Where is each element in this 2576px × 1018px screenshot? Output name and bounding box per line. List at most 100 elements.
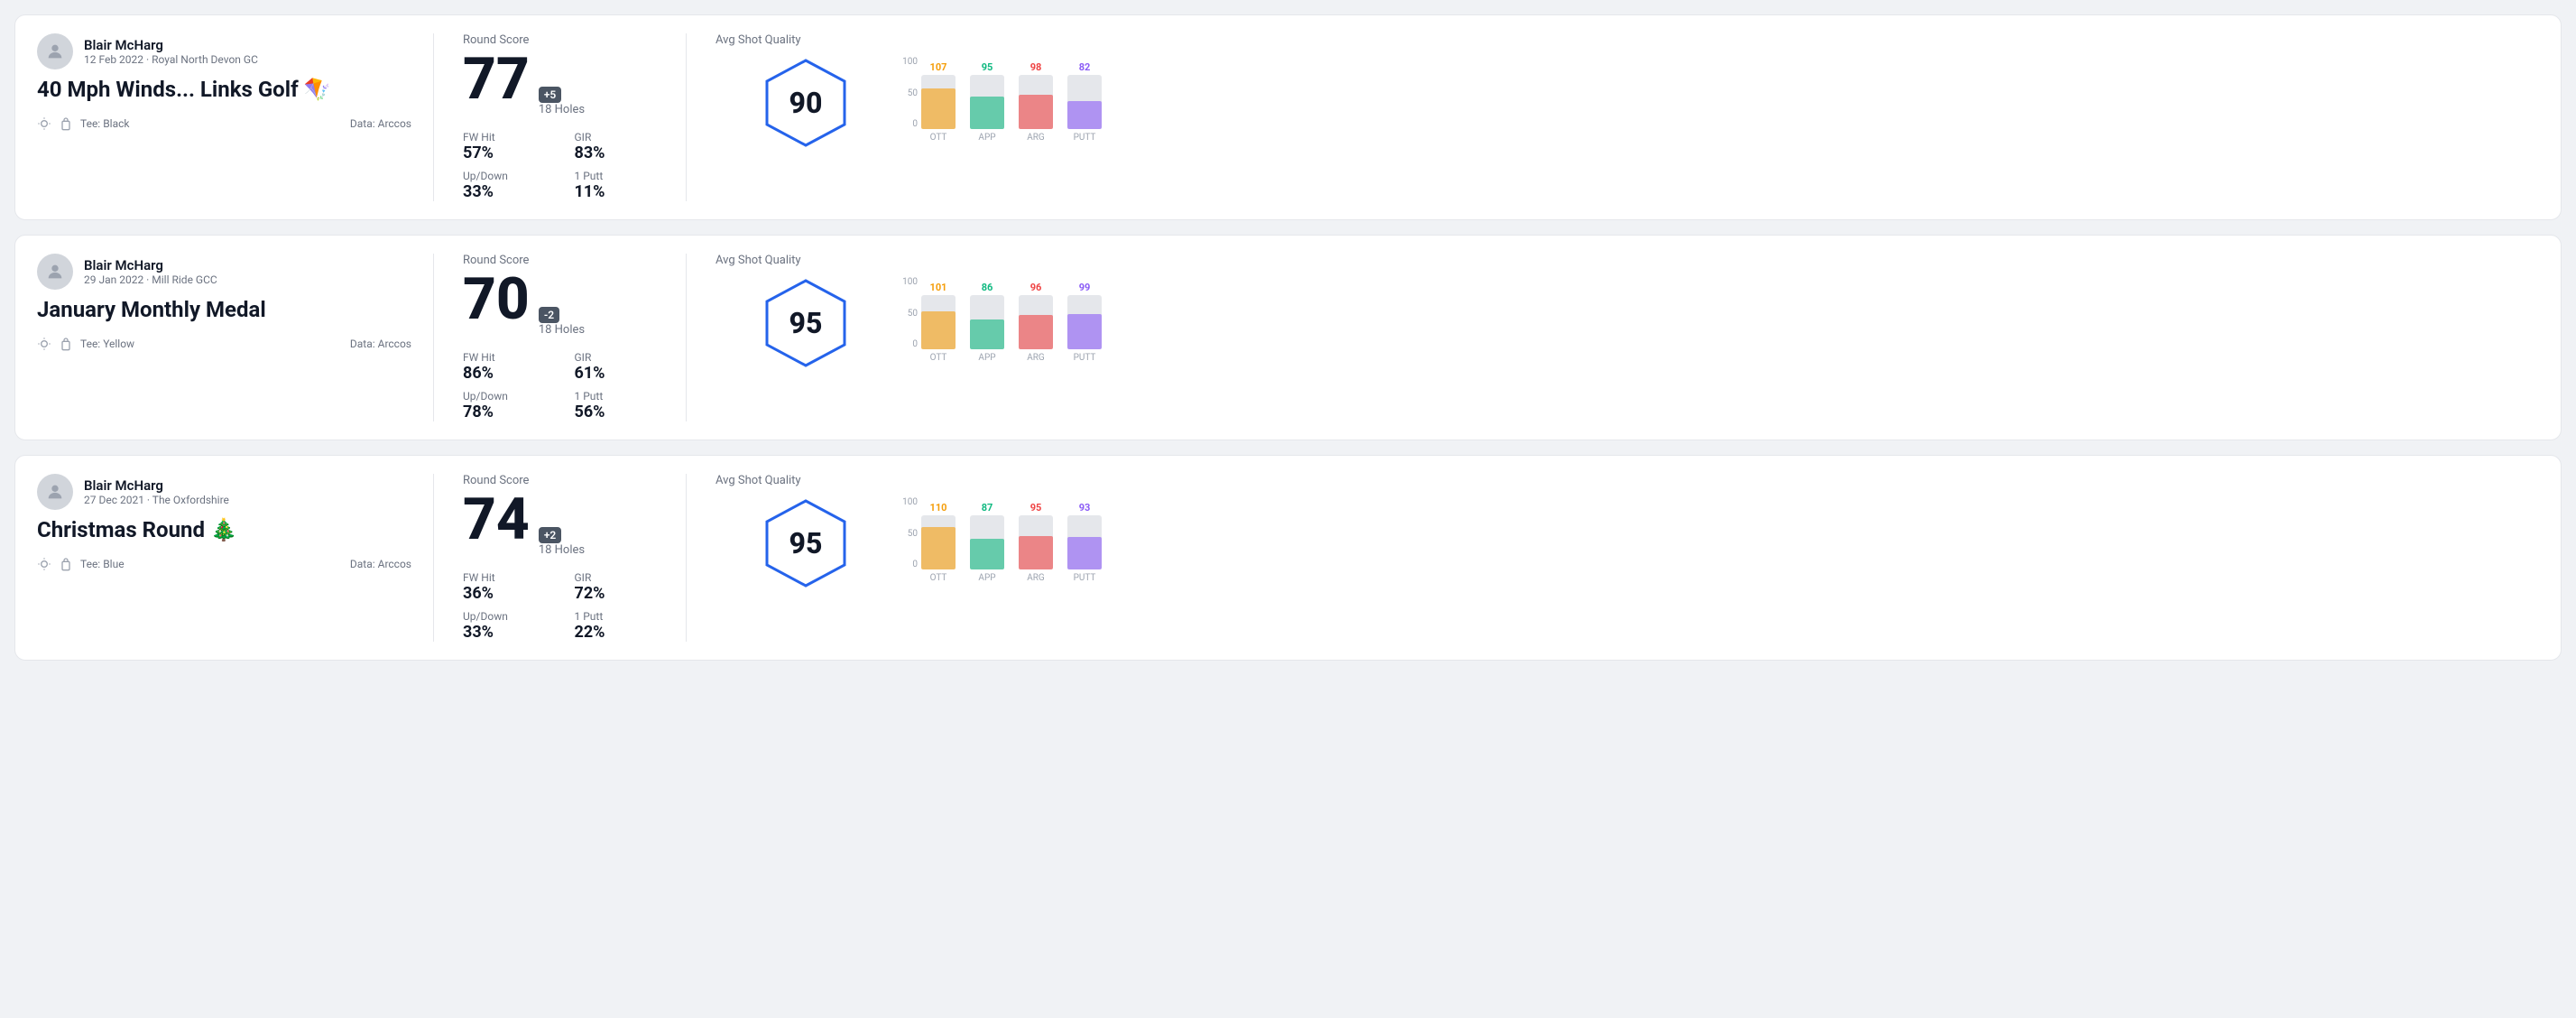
bar-top-value: 96	[1030, 282, 1042, 293]
x-label-putt: PUTT	[1067, 133, 1102, 143]
oneputt-value: 22%	[575, 623, 658, 642]
hexagon-container: 95	[716, 498, 896, 588]
score-row: 70 -2 18 Holes	[463, 271, 657, 337]
bars-container: 107 95	[921, 57, 1102, 129]
chart-area: 100 50 0 101	[896, 254, 2539, 353]
user-info: Blair McHarg 29 Jan 2022 · Mill Ride GCC	[84, 257, 217, 286]
user-row: Blair McHarg 27 Dec 2021 · The Oxfordshi…	[37, 474, 411, 510]
updown-value: 33%	[463, 182, 546, 201]
bar-top-value: 110	[930, 502, 947, 514]
weather-icon	[37, 337, 51, 351]
updown-stat: Up/Down 78%	[463, 390, 546, 421]
data-source: Data: Arccos	[350, 558, 411, 570]
card-left-round2: Blair McHarg 29 Jan 2022 · Mill Ride GCC…	[37, 254, 434, 421]
updown-stat: Up/Down 33%	[463, 610, 546, 642]
data-source: Data: Arccos	[350, 117, 411, 130]
x-label-putt: PUTT	[1067, 573, 1102, 583]
tee-info: Tee: Blue	[37, 557, 125, 571]
bar-group-PUTT: 93	[1067, 502, 1102, 569]
fw-hit-label: FW Hit	[463, 351, 546, 364]
fw-hit-stat: FW Hit 57%	[463, 131, 546, 162]
score-badge-area: +2 18 Holes	[539, 525, 585, 557]
oneputt-stat: 1 Putt 11%	[575, 170, 658, 201]
bar-fill	[921, 311, 956, 349]
bar-fill	[1067, 537, 1102, 569]
y-label-100: 100	[896, 57, 918, 67]
fw-hit-value: 57%	[463, 143, 546, 162]
x-label-app: APP	[970, 353, 1004, 363]
bar-fill	[1067, 314, 1102, 349]
bar-fill	[970, 319, 1004, 349]
bar-fill	[1019, 95, 1053, 129]
card-footer: Tee: Yellow Data: Arccos	[37, 337, 411, 351]
y-label-100: 100	[896, 497, 918, 507]
score-row: 74 +2 18 Holes	[463, 491, 657, 557]
card-footer: Tee: Blue Data: Arccos	[37, 557, 411, 571]
updown-label: Up/Down	[463, 390, 546, 403]
hexagon-container: 90	[716, 58, 896, 148]
bar-group-APP: 86	[970, 282, 1004, 349]
updown-label: Up/Down	[463, 170, 546, 182]
updown-stat: Up/Down 33%	[463, 170, 546, 201]
bar-track	[1019, 515, 1053, 569]
oneputt-value: 56%	[575, 403, 658, 421]
y-axis: 100 50 0	[896, 497, 918, 569]
score-badge-area: -2 18 Holes	[539, 305, 585, 337]
x-axis: OTT APP ARG PUTT	[921, 573, 2539, 583]
avg-label: Avg Shot Quality	[716, 474, 896, 487]
y-label-50: 50	[896, 529, 918, 539]
gir-label: GIR	[575, 131, 658, 143]
round-title: 40 Mph Winds... Links Golf 🪁	[37, 77, 411, 102]
gir-label: GIR	[575, 571, 658, 584]
bar-fill	[970, 539, 1004, 569]
card-left-round1: Blair McHarg 12 Feb 2022 · Royal North D…	[37, 33, 434, 201]
bar-group-APP: 87	[970, 502, 1004, 569]
bar-group-OTT: 101	[921, 282, 956, 349]
oneputt-value: 11%	[575, 182, 658, 201]
chart-section: 100 50 0 110	[896, 474, 2539, 642]
score-badge: +5	[539, 87, 561, 103]
x-label-arg: ARG	[1019, 573, 1053, 583]
stats-grid: FW Hit 36% GIR 72% Up/Down 33% 1 Putt 22…	[463, 571, 657, 642]
fw-hit-stat: FW Hit 86%	[463, 351, 546, 383]
avatar	[37, 254, 73, 290]
data-source: Data: Arccos	[350, 338, 411, 350]
user-meta: 29 Jan 2022 · Mill Ride GCC	[84, 273, 217, 286]
bar-track	[1019, 75, 1053, 129]
bar-track	[1067, 515, 1102, 569]
round-card-round2: Blair McHarg 29 Jan 2022 · Mill Ride GCC…	[14, 235, 2562, 440]
x-label-ott: OTT	[921, 353, 956, 363]
card-middle-round2: Round Score 70 -2 18 Holes FW Hit 86% GI…	[434, 254, 687, 421]
x-label-arg: ARG	[1019, 353, 1053, 363]
x-label-arg: ARG	[1019, 133, 1053, 143]
fw-hit-label: FW Hit	[463, 131, 546, 143]
bars-container: 110 87	[921, 497, 1102, 569]
bar-track	[970, 295, 1004, 349]
tee-info: Tee: Black	[37, 116, 129, 131]
bar-fill	[921, 527, 956, 569]
y-label-50: 50	[896, 88, 918, 98]
score-badge-area: +5 18 Holes	[539, 85, 585, 116]
hexagon-container: 95	[716, 278, 896, 368]
chart-area: 100 50 0 110	[896, 474, 2539, 573]
x-axis: OTT APP ARG PUTT	[921, 353, 2539, 363]
score-holes: 18 Holes	[539, 323, 585, 337]
gir-stat: GIR 83%	[575, 131, 658, 162]
user-meta: 12 Feb 2022 · Royal North Devon GC	[84, 53, 258, 66]
oneputt-label: 1 Putt	[575, 170, 658, 182]
gir-stat: GIR 61%	[575, 351, 658, 383]
bar-group-OTT: 110	[921, 502, 956, 569]
bar-fill	[1019, 536, 1053, 569]
bar-top-value: 87	[982, 502, 993, 514]
user-name: Blair McHarg	[84, 257, 217, 273]
user-name: Blair McHarg	[84, 37, 258, 53]
bar-top-value: 82	[1079, 61, 1091, 73]
y-label-50: 50	[896, 309, 918, 319]
bar-top-value: 86	[982, 282, 993, 293]
card-left-round3: Blair McHarg 27 Dec 2021 · The Oxfordshi…	[37, 474, 434, 642]
hexagon: 95	[761, 498, 851, 588]
oneputt-label: 1 Putt	[575, 610, 658, 623]
chart-section: 100 50 0 107	[896, 33, 2539, 201]
bar-group-PUTT: 99	[1067, 282, 1102, 349]
gir-label: GIR	[575, 351, 658, 364]
